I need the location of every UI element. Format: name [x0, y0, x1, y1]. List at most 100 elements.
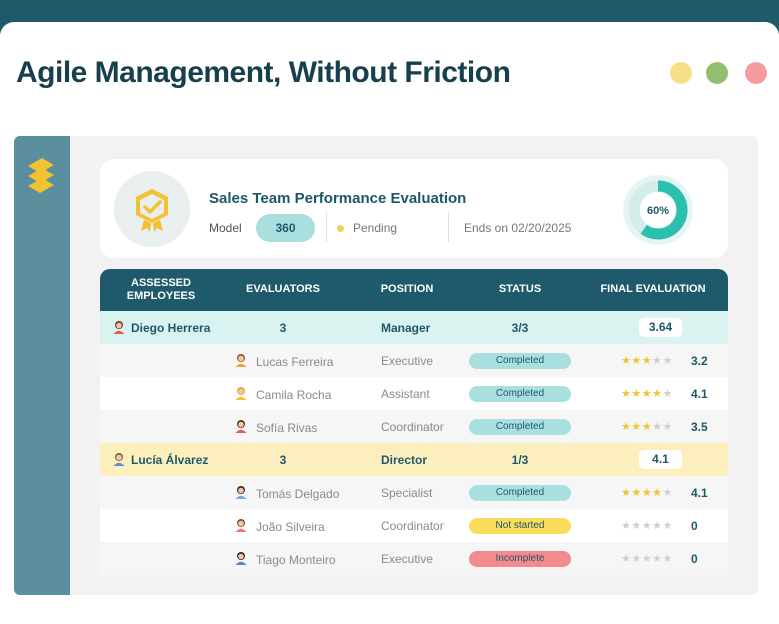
evaluation-score: 0 — [691, 552, 698, 566]
star-icon: ★ — [621, 355, 632, 367]
star-icon: ★ — [621, 553, 632, 565]
avatar — [234, 485, 248, 499]
avatar — [112, 452, 126, 466]
star-icon: ★ — [662, 553, 673, 565]
evaluation-progress: 1/3 — [511, 453, 529, 467]
rating-stars: ★★★★★ — [621, 387, 673, 400]
evaluation-progress: 3/3 — [511, 321, 529, 335]
star-icon: ★ — [652, 388, 663, 400]
star-icon: ★ — [631, 421, 642, 433]
rating-stars: ★★★★★ — [621, 354, 673, 367]
avatar — [234, 551, 248, 565]
evaluation-score: 3.5 — [691, 420, 708, 434]
header-final-evaluation[interactable]: FINAL EVALUATION — [588, 283, 718, 296]
rating-stars: ★★★★★ — [621, 420, 673, 433]
table-row-evaluator[interactable]: Sofía Rivas Coordinator Completed ★★★★★ 3.5 — [100, 410, 728, 443]
evaluation-score: 3.2 — [691, 354, 708, 368]
window-dot-yellow — [670, 62, 692, 84]
evaluator-name[interactable]: Camila Rocha — [256, 388, 331, 402]
rating-stars: ★★★★★ — [621, 486, 673, 499]
avatar — [234, 419, 248, 433]
evaluator-position: Executive — [381, 552, 434, 566]
rating-stars: ★★★★★ — [621, 552, 673, 565]
star-icon: ★ — [641, 520, 653, 532]
evaluator-position: Assistant — [381, 387, 430, 401]
sidebar — [14, 136, 70, 595]
avatar — [234, 386, 248, 400]
header-status[interactable]: STATUS — [470, 283, 570, 296]
employee-position: Manager — [381, 321, 431, 335]
star-icon: ★ — [662, 388, 673, 400]
employee-name[interactable]: Diego Herrera — [131, 321, 210, 335]
star-icon: ★ — [641, 553, 653, 565]
table-row-evaluator[interactable]: João Silveira Coordinator Not started ★★★★★… — [100, 509, 728, 542]
rating-stars: ★★★★★ — [621, 519, 673, 532]
status-badge: Completed — [469, 419, 571, 435]
star-icon: ★ — [631, 553, 642, 565]
evaluation-badge — [114, 171, 190, 247]
star-icon: ★ — [662, 421, 673, 433]
star-icon: ★ — [631, 388, 642, 400]
model-badge: 360 — [256, 214, 315, 242]
page-title: Agile Management, Without Friction — [16, 56, 511, 89]
evaluator-position: Coordinator — [381, 420, 444, 434]
evaluation-score: 4.1 — [691, 486, 708, 500]
header-assessed-employees[interactable]: ASSESSED EMPLOYEES — [116, 277, 206, 303]
avatar — [234, 518, 248, 532]
employee-position: Director — [381, 453, 428, 467]
evaluation-status: Pending — [353, 221, 398, 235]
star-icon: ★ — [621, 388, 632, 400]
final-evaluation-score: 4.1 — [639, 450, 682, 469]
evaluator-name[interactable]: João Silveira — [256, 520, 325, 534]
employee-name[interactable]: Lucía Álvarez — [131, 453, 208, 467]
star-icon: ★ — [641, 355, 653, 367]
evaluator-position: Coordinator — [381, 519, 444, 533]
header-evaluators[interactable]: EVALUATORS — [233, 283, 333, 296]
divider — [326, 212, 327, 242]
star-icon: ★ — [641, 388, 653, 400]
table-row-evaluator[interactable]: Camila Rocha Assistant Completed ★★★★★ 4.1 — [100, 377, 728, 410]
star-icon: ★ — [631, 520, 642, 532]
progress-label: 60% — [647, 205, 669, 217]
table-row-employee[interactable]: Diego Herrera 3 Manager 3/3 3.64 — [100, 311, 728, 344]
evaluation-title[interactable]: Sales Team Performance Evaluation — [209, 190, 466, 207]
table-row-evaluator[interactable]: Lucas Ferreira Executive Completed ★★★★★ 3.2 — [100, 344, 728, 377]
evaluator-count: 3 — [279, 453, 287, 467]
evaluation-score: 0 — [691, 519, 698, 533]
logo-icon[interactable] — [24, 156, 58, 196]
evaluator-name[interactable]: Tomás Delgado — [256, 487, 339, 501]
window-dot-green — [706, 62, 728, 84]
star-icon: ★ — [621, 421, 632, 433]
star-icon: ★ — [641, 421, 653, 433]
evaluator-position: Specialist — [381, 486, 433, 500]
evaluator-name[interactable]: Tiago Monteiro — [256, 553, 336, 567]
table-row-evaluator[interactable]: Tomás Delgado Specialist Completed ★★★★★ 4.1 — [100, 476, 728, 509]
evaluation-end-date: Ends on 02/20/2025 — [464, 221, 572, 235]
header-position[interactable]: POSITION — [362, 283, 452, 296]
table-row-evaluator[interactable]: Tiago Monteiro Executive Incomplete ★★★★★ 0 — [100, 542, 728, 575]
evaluator-count: 3 — [279, 321, 287, 335]
star-icon: ★ — [631, 487, 642, 499]
status-badge: Completed — [469, 386, 571, 402]
star-icon: ★ — [662, 487, 673, 499]
status-badge: Completed — [469, 485, 571, 501]
divider — [448, 212, 449, 242]
evaluator-name[interactable]: Sofía Rivas — [256, 421, 317, 435]
star-icon: ★ — [621, 520, 632, 532]
status-badge: Completed — [469, 353, 571, 369]
star-icon: ★ — [662, 520, 673, 532]
star-icon: ★ — [652, 487, 663, 499]
table-header: ASSESSED EMPLOYEES EVALUATORS POSITION S… — [100, 269, 728, 311]
star-icon: ★ — [652, 520, 663, 532]
final-evaluation-score: 3.64 — [639, 318, 682, 337]
status-badge: Not started — [469, 518, 571, 534]
table-row-employee[interactable]: Lucía Álvarez 3 Director 1/3 4.1 — [100, 443, 728, 476]
evaluator-name[interactable]: Lucas Ferreira — [256, 355, 333, 369]
evaluator-position: Executive — [381, 354, 434, 368]
star-icon: ★ — [652, 553, 663, 565]
status-badge: Incomplete — [469, 551, 571, 567]
model-label: Model — [209, 221, 242, 235]
star-icon: ★ — [641, 487, 653, 499]
star-icon: ★ — [652, 355, 663, 367]
avatar — [234, 353, 248, 367]
